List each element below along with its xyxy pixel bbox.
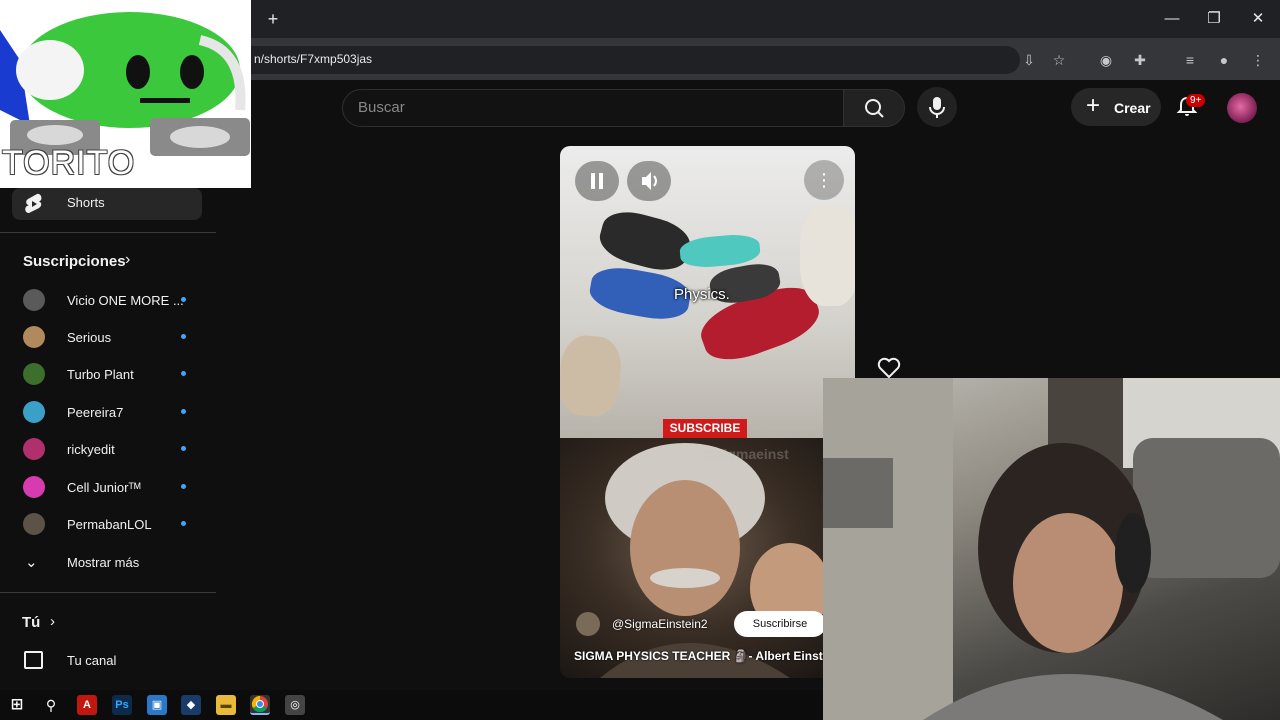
folder-icon[interactable]: ▬ bbox=[216, 695, 236, 715]
search-icon bbox=[865, 99, 884, 118]
account-avatar[interactable] bbox=[1227, 93, 1257, 123]
chevron-right-icon[interactable]: › bbox=[125, 251, 130, 269]
install-app-icon[interactable]: ⇩ bbox=[1018, 49, 1040, 71]
extension-icon[interactable]: ◉ bbox=[1095, 49, 1117, 71]
avatar[interactable] bbox=[23, 476, 45, 498]
divider bbox=[0, 592, 216, 593]
heart-icon[interactable] bbox=[877, 357, 901, 379]
sidebar-item-subscription[interactable]: Turbo Plant bbox=[67, 367, 134, 382]
microphone-icon bbox=[929, 97, 945, 118]
avatar[interactable] bbox=[23, 363, 45, 385]
new-content-dot bbox=[181, 297, 186, 302]
watermark-text: @sigmaeinst bbox=[702, 446, 789, 462]
avatar[interactable] bbox=[23, 326, 45, 348]
webcam-feed bbox=[823, 378, 1280, 720]
shorts-icon bbox=[25, 193, 42, 213]
einstein-portrait-image bbox=[560, 438, 855, 678]
channel-name[interactable]: @SigmaEinstein2 bbox=[612, 617, 708, 631]
voice-search-button[interactable] bbox=[917, 87, 957, 127]
streamer-name: TORITO bbox=[2, 144, 136, 182]
new-content-dot bbox=[181, 371, 186, 376]
sidebar-item-subscription[interactable]: PermabanLOL bbox=[67, 517, 152, 532]
chrome-logo-icon bbox=[251, 695, 268, 713]
pause-button[interactable] bbox=[575, 161, 619, 201]
minimize-button[interactable]: — bbox=[1154, 6, 1190, 32]
search-button[interactable] bbox=[843, 89, 905, 127]
subscribe-button[interactable]: Suscribirse bbox=[734, 611, 826, 637]
avatar[interactable] bbox=[23, 401, 45, 423]
new-tab-button[interactable]: + bbox=[262, 8, 284, 30]
search-icon[interactable]: ⚲ bbox=[41, 695, 61, 715]
app-icon[interactable]: ▣ bbox=[147, 695, 167, 715]
media-control-icon[interactable]: ≡ bbox=[1179, 49, 1201, 71]
volume-button[interactable] bbox=[627, 161, 671, 201]
channel-icon bbox=[24, 651, 43, 669]
chevron-right-icon[interactable]: › bbox=[50, 613, 55, 630]
video-overlay-text: Physics. bbox=[674, 286, 730, 303]
chrome-icon[interactable] bbox=[250, 695, 270, 715]
sidebar-item-subscription[interactable]: rickyedit bbox=[67, 442, 115, 457]
pause-icon bbox=[591, 173, 603, 189]
start-icon[interactable]: ⊞ bbox=[7, 695, 27, 715]
obs-icon[interactable]: ◎ bbox=[285, 695, 305, 715]
sidebar-item-your-channel[interactable]: Tu canal bbox=[67, 653, 116, 668]
new-content-dot bbox=[181, 409, 186, 414]
new-content-dot bbox=[181, 521, 186, 526]
show-more-button[interactable]: Mostrar más bbox=[67, 555, 139, 570]
close-window-button[interactable]: ✕ bbox=[1240, 6, 1276, 32]
sidebar-item-subscription[interactable]: Vicio ONE MORE ... bbox=[67, 293, 184, 308]
browser-menu-icon[interactable]: ⋮ bbox=[1247, 49, 1269, 71]
create-label: Crear bbox=[1114, 100, 1151, 116]
divider bbox=[0, 232, 216, 233]
address-url[interactable]: n/shorts/F7xmp503jas bbox=[254, 52, 372, 66]
bookmark-star-icon[interactable]: ☆ bbox=[1048, 49, 1070, 71]
volume-icon bbox=[642, 172, 657, 190]
avatar[interactable] bbox=[23, 438, 45, 460]
stream-overlay: TORITO bbox=[0, 0, 251, 188]
sidebar-item-shorts-label: Shorts bbox=[67, 195, 105, 210]
acrobat-icon[interactable]: A bbox=[77, 695, 97, 715]
sidebar-item-subscription[interactable]: Peereira7 bbox=[67, 405, 123, 420]
notifications-badge: 9+ bbox=[1186, 94, 1206, 107]
shorts-player[interactable]: Physics. ⋮ SUBSCRIBE @sigmaeinst @SigmaE… bbox=[560, 146, 855, 678]
profile-icon[interactable]: ● bbox=[1213, 49, 1235, 71]
extensions-puzzle-icon[interactable]: ✚ bbox=[1129, 49, 1151, 71]
app-icon[interactable]: ◆ bbox=[181, 695, 201, 715]
new-content-dot bbox=[181, 446, 186, 451]
photoshop-icon[interactable]: Ps bbox=[112, 695, 132, 715]
sidebar-item-subscription[interactable]: Cell Juniorᵀᴹ bbox=[67, 480, 141, 495]
chevron-down-icon[interactable]: ⌄ bbox=[25, 553, 38, 571]
restore-button[interactable]: ❐ bbox=[1196, 6, 1232, 32]
avatar[interactable] bbox=[23, 513, 45, 535]
avatar[interactable] bbox=[23, 289, 45, 311]
channel-avatar[interactable] bbox=[576, 612, 600, 636]
subscribe-sticker: SUBSCRIBE bbox=[663, 419, 747, 438]
new-content-dot bbox=[181, 334, 186, 339]
more-options-icon[interactable]: ⋮ bbox=[804, 160, 844, 200]
you-heading[interactable]: Tú bbox=[22, 614, 40, 631]
short-title[interactable]: SIGMA PHYSICS TEACHER 🗿- Albert Einste bbox=[574, 649, 829, 663]
subscriptions-heading[interactable]: Suscripciones bbox=[23, 253, 126, 270]
new-content-dot bbox=[181, 484, 186, 489]
plus-icon: + bbox=[1086, 92, 1101, 119]
sidebar-item-subscription[interactable]: Serious bbox=[67, 330, 111, 345]
search-placeholder: Buscar bbox=[358, 99, 405, 116]
search-input[interactable] bbox=[342, 89, 844, 127]
